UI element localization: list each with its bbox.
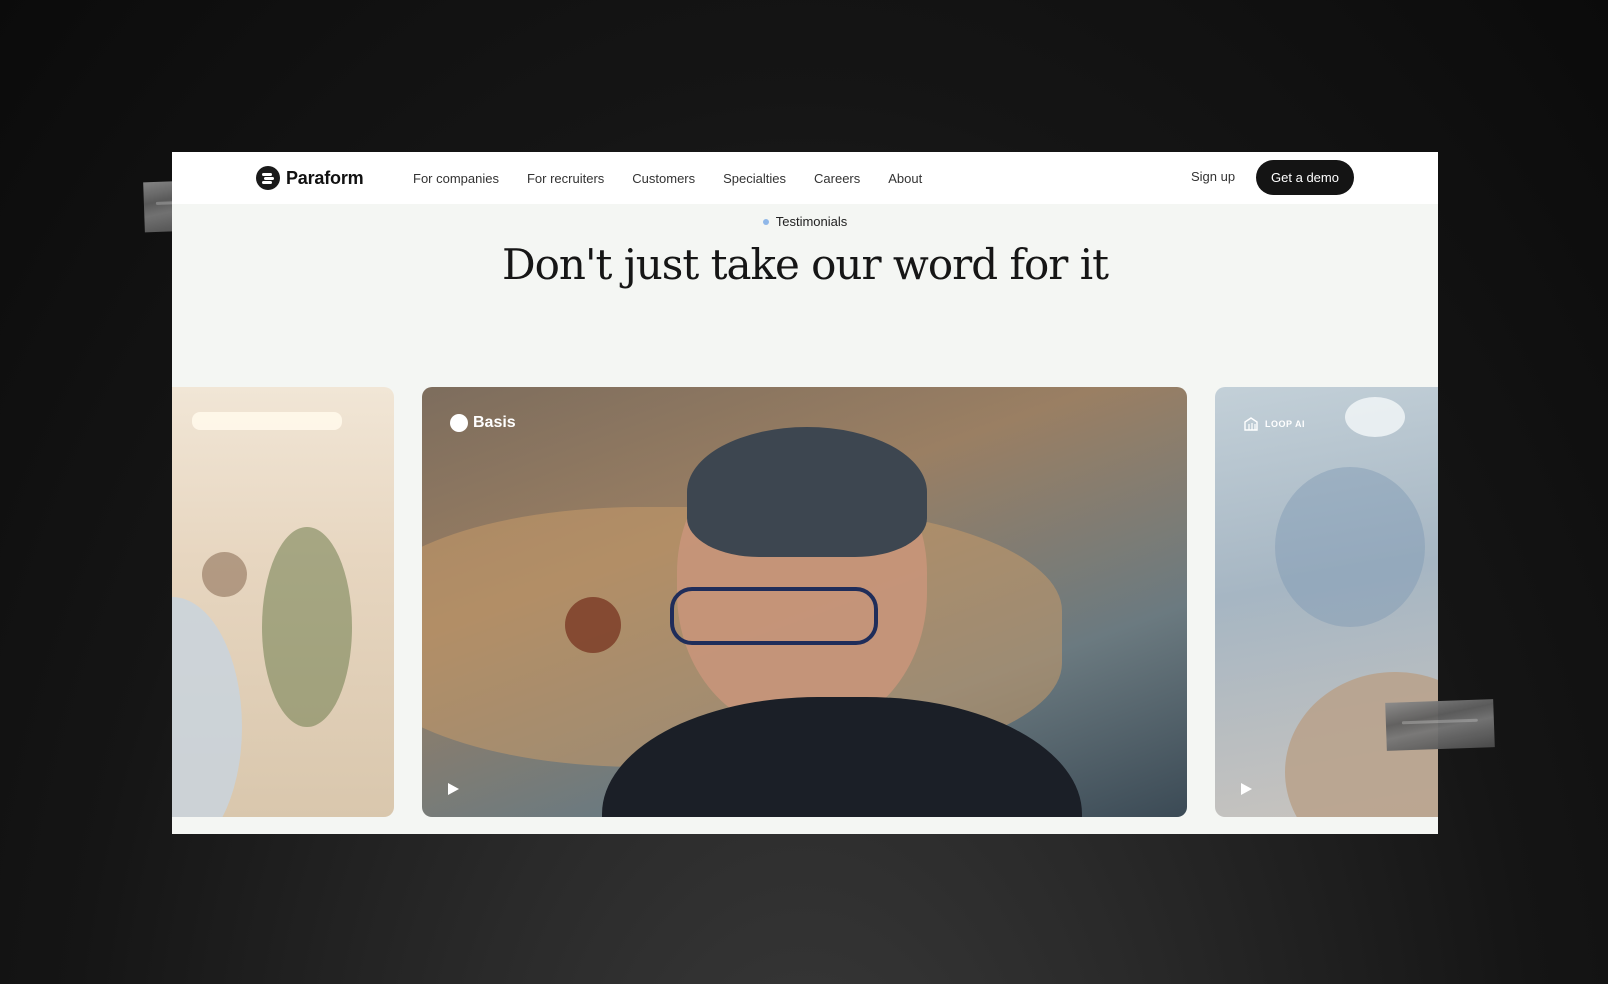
nav-link-for-companies[interactable]: For companies bbox=[413, 171, 499, 186]
basis-company-logo: Basis bbox=[450, 414, 516, 432]
background-blur-light bbox=[192, 412, 342, 430]
background-blur-light bbox=[1345, 397, 1405, 437]
paraform-logo-icon bbox=[256, 166, 280, 190]
background-blur-plant bbox=[262, 527, 352, 727]
play-icon[interactable] bbox=[448, 783, 459, 795]
background-blur-person bbox=[202, 552, 247, 597]
eyebrow-dot-icon bbox=[762, 218, 769, 225]
nav-link-for-recruiters[interactable]: For recruiters bbox=[527, 171, 604, 186]
eyebrow-label: Testimonials bbox=[775, 214, 848, 229]
testimonial-card-basis[interactable]: Basis bbox=[422, 387, 1187, 817]
brand-name: Paraform bbox=[286, 167, 364, 188]
top-navbar: Paraform For companies For recruiters Cu… bbox=[172, 152, 1438, 204]
play-icon[interactable] bbox=[1241, 783, 1252, 795]
nav-link-careers[interactable]: Careers bbox=[814, 171, 860, 186]
person-glasses bbox=[670, 587, 878, 645]
loop-ai-company-logo: LOOP AI bbox=[1243, 416, 1305, 432]
foreground-shirt bbox=[172, 597, 242, 817]
background-blur-shape bbox=[1275, 467, 1425, 627]
person-hair bbox=[687, 427, 927, 557]
loop-ai-logo-icon bbox=[1244, 417, 1258, 431]
tape-decoration-bottom-right bbox=[1385, 699, 1495, 751]
nav-link-specialties[interactable]: Specialties bbox=[723, 171, 786, 186]
card-company-name: Basis bbox=[473, 414, 516, 431]
section-title: Don't just take our word for it bbox=[501, 240, 1109, 289]
get-demo-button[interactable]: Get a demo bbox=[1256, 160, 1354, 195]
testimonial-card-previous[interactable] bbox=[172, 387, 394, 817]
background-ball bbox=[565, 597, 621, 653]
website-frame: Paraform For companies For recruiters Cu… bbox=[172, 152, 1438, 834]
basis-logo-icon bbox=[450, 414, 468, 432]
section-eyebrow: Testimonials bbox=[172, 214, 1438, 229]
sign-up-link[interactable]: Sign up bbox=[1191, 169, 1235, 184]
nav-link-about[interactable]: About bbox=[888, 171, 922, 186]
card-company-name: LOOP AI bbox=[1265, 419, 1306, 429]
main-nav: For companies For recruiters Customers S… bbox=[413, 152, 922, 204]
testimonial-card-loop-ai[interactable]: LOOP AI bbox=[1215, 387, 1438, 817]
nav-link-customers[interactable]: Customers bbox=[632, 171, 695, 186]
brand-logo[interactable]: Paraform bbox=[256, 166, 364, 190]
